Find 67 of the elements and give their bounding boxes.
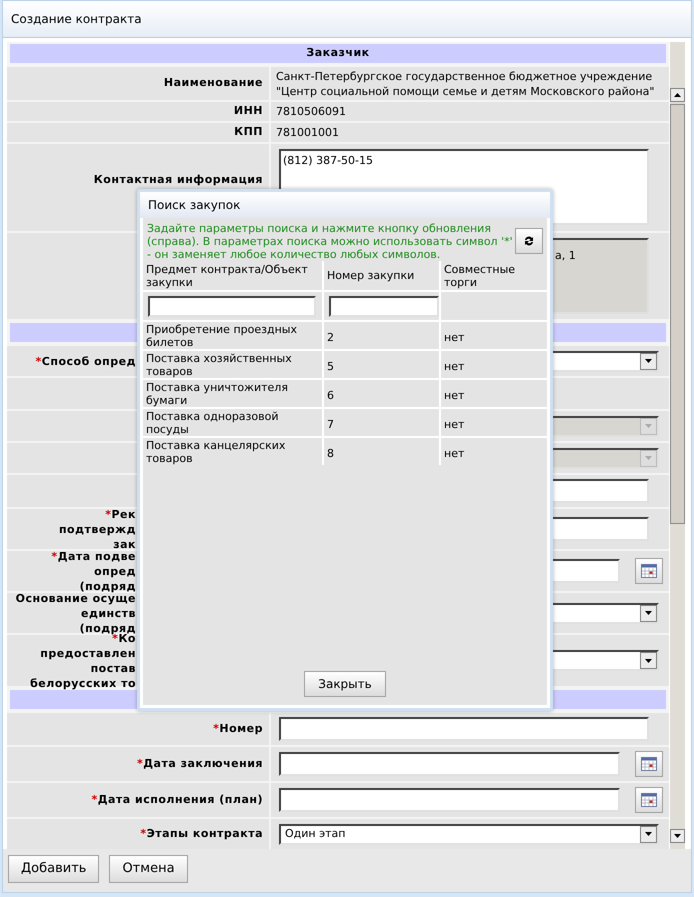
field-label: зак: [113, 536, 136, 552]
column-header: Совместные торги: [441, 261, 547, 290]
table-cell: Поставка канцелярских товаров: [143, 438, 322, 465]
date-field[interactable]: [279, 788, 620, 812]
search-hint: Задайте параметры поиска и нажмите кнопку обновления (справа). В параметрах поиска можно использовать символ '*' - он заменяет любое количество любых символов.: [147, 222, 513, 261]
calendar-icon: [641, 564, 657, 578]
filter-field[interactable]: [148, 296, 316, 316]
table-cell: 6: [324, 380, 439, 407]
refresh-button[interactable]: [515, 228, 543, 254]
field-label: Контактная информация: [94, 172, 263, 188]
field-value: "Центр социальной помощи семье и детям Московского района": [276, 84, 654, 98]
form-button[interactable]: Добавить: [8, 855, 100, 883]
field-value: Санкт-Петербургское государственное бюджетное учреждение: [276, 68, 654, 84]
dialog-title: Поиск закупок: [148, 197, 240, 214]
dropdown-select[interactable]: Один этап: [279, 824, 659, 844]
scrollbar[interactable]: [670, 42, 685, 849]
field-label: *Дата исполнения (план): [91, 792, 263, 808]
table-cell: 2: [324, 322, 439, 349]
field-label: Основание осуще: [16, 592, 136, 606]
date-field[interactable]: [279, 752, 620, 776]
filter-field[interactable]: [329, 296, 439, 316]
calendar-button[interactable]: [635, 787, 663, 813]
field-label: *Способ опред: [36, 354, 136, 368]
close-button[interactable]: Закрыть: [304, 671, 386, 697]
table-cell: 8: [324, 438, 439, 465]
table-cell: Поставка одноразовой посуды: [143, 409, 322, 436]
column-header: Номер закупки: [324, 261, 439, 290]
section-header: Заказчик: [10, 44, 666, 63]
calendar-button[interactable]: [635, 558, 663, 584]
field-label: (подряд: [80, 578, 136, 594]
table-cell: Поставка хозяйственных товаров: [143, 351, 322, 378]
field-label: белорусских то: [30, 676, 136, 690]
field-value: 781001001: [276, 125, 339, 140]
column-header: Предмет контракта/Объект закупки: [143, 261, 322, 290]
table-cell: Поставка уничтожителя бумаги: [143, 380, 322, 407]
field-label: КПП: [234, 124, 263, 140]
table-cell: нет: [441, 409, 547, 436]
refresh-icon: [523, 235, 535, 247]
field-label: Наименование: [164, 75, 263, 92]
calendar-icon: [641, 757, 657, 771]
input-field[interactable]: [279, 717, 649, 741]
field-label: *Этапы контракта: [140, 826, 263, 842]
table-cell: 7: [324, 409, 439, 436]
calendar-button[interactable]: [635, 751, 663, 777]
field-label: *Дата заключения: [136, 756, 263, 772]
field-label: *Номер: [213, 720, 263, 737]
field-label: постав: [90, 660, 136, 676]
table-cell: нет: [441, 351, 547, 378]
field-label: единств: [80, 606, 136, 620]
field-label: подтвержд: [58, 522, 136, 536]
form-button[interactable]: Отмена: [109, 855, 188, 883]
table-cell: нет: [441, 438, 547, 465]
table-cell: нет: [441, 322, 547, 349]
table-cell: Приобретение проездных билетов: [143, 322, 322, 349]
field-label: предоставлен: [40, 646, 136, 660]
field-label: опред: [94, 564, 136, 578]
table-cell: 5: [324, 351, 439, 378]
scroll-up-arrow-icon[interactable]: [674, 93, 681, 97]
table-cell: нет: [441, 380, 547, 407]
field-label: *Дата подве: [51, 548, 136, 564]
field-label: ИНН: [234, 103, 263, 120]
field-label: *Рек: [105, 506, 136, 522]
calendar-icon: [641, 793, 657, 807]
scrollbar-thumb[interactable]: [670, 104, 685, 524]
scroll-down-arrow-icon[interactable]: [674, 834, 681, 838]
window-title: Создание контракта: [11, 11, 142, 28]
field-value: 7810506091: [276, 104, 346, 119]
